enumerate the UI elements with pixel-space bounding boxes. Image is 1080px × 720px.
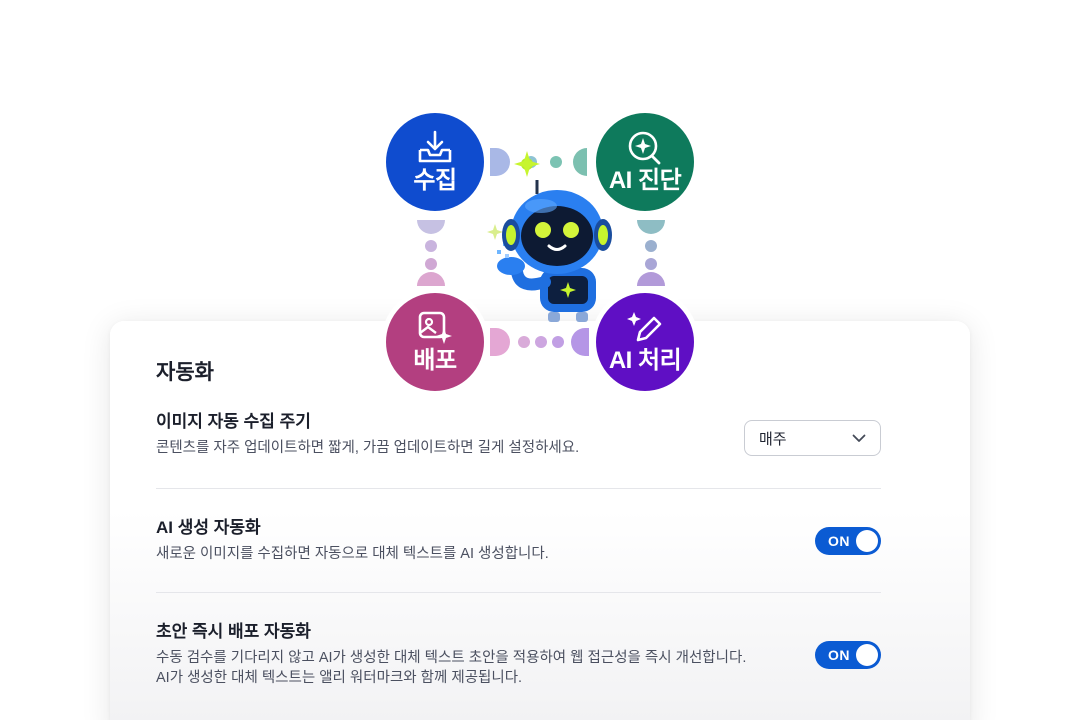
divider: [156, 488, 881, 489]
deploy-toggle[interactable]: ON: [815, 641, 881, 669]
deploy-desc-line2: AI가 생성한 대체 텍스트는 앨리 워터마크와 함께 제공됩니다.: [156, 670, 523, 686]
select-value: 매주: [759, 430, 787, 448]
step-deploy: 배포: [383, 290, 487, 394]
step-label: AI 진단: [608, 167, 682, 194]
ai-generate-toggle[interactable]: ON: [815, 527, 881, 555]
inbox-download-icon: [416, 130, 454, 166]
divider: [156, 592, 881, 593]
image-sparkle-icon: [416, 310, 454, 346]
toggle-knob: [856, 530, 878, 552]
step-collect: 수집: [383, 110, 487, 214]
step-label: 수집: [413, 167, 457, 194]
workflow-illustration: 수집 AI 진단 배포 AI 처리: [375, 100, 710, 400]
step-label: 배포: [413, 347, 457, 374]
toggle-state-label: ON: [828, 533, 850, 549]
collect-interval-select[interactable]: 매주: [744, 420, 881, 456]
magic-pen-icon: [626, 310, 664, 346]
step-ai-diagnose: AI 진단: [593, 110, 697, 214]
step-label: AI 처리: [608, 347, 682, 374]
toggle-knob: [856, 644, 878, 666]
ai-generate-title: AI 생성 자동화: [156, 518, 261, 537]
deploy-desc-line1: 수동 검수를 기다리지 않고 AI가 생성한 대체 텍스트 초안을 적용하여 웹…: [156, 650, 747, 666]
sparkle-search-icon: [626, 130, 664, 166]
settings-title: 자동화: [156, 361, 214, 384]
toggle-state-label: ON: [828, 647, 850, 663]
ai-generate-row: AI 생성 자동화 새로운 이미지를 수집하면 자동으로 대체 텍스트를 AI …: [156, 517, 881, 564]
deploy-title: 초안 즉시 배포 자동화: [156, 622, 311, 641]
ai-generate-desc: 새로운 이미지를 수집하면 자동으로 대체 텍스트를 AI 생성합니다.: [156, 546, 549, 562]
chevron-down-icon: [852, 430, 866, 447]
step-ai-process: AI 처리: [593, 290, 697, 394]
deploy-row: 초안 즉시 배포 자동화 수동 검수를 기다리지 않고 AI가 생성한 대체 텍…: [156, 621, 881, 688]
